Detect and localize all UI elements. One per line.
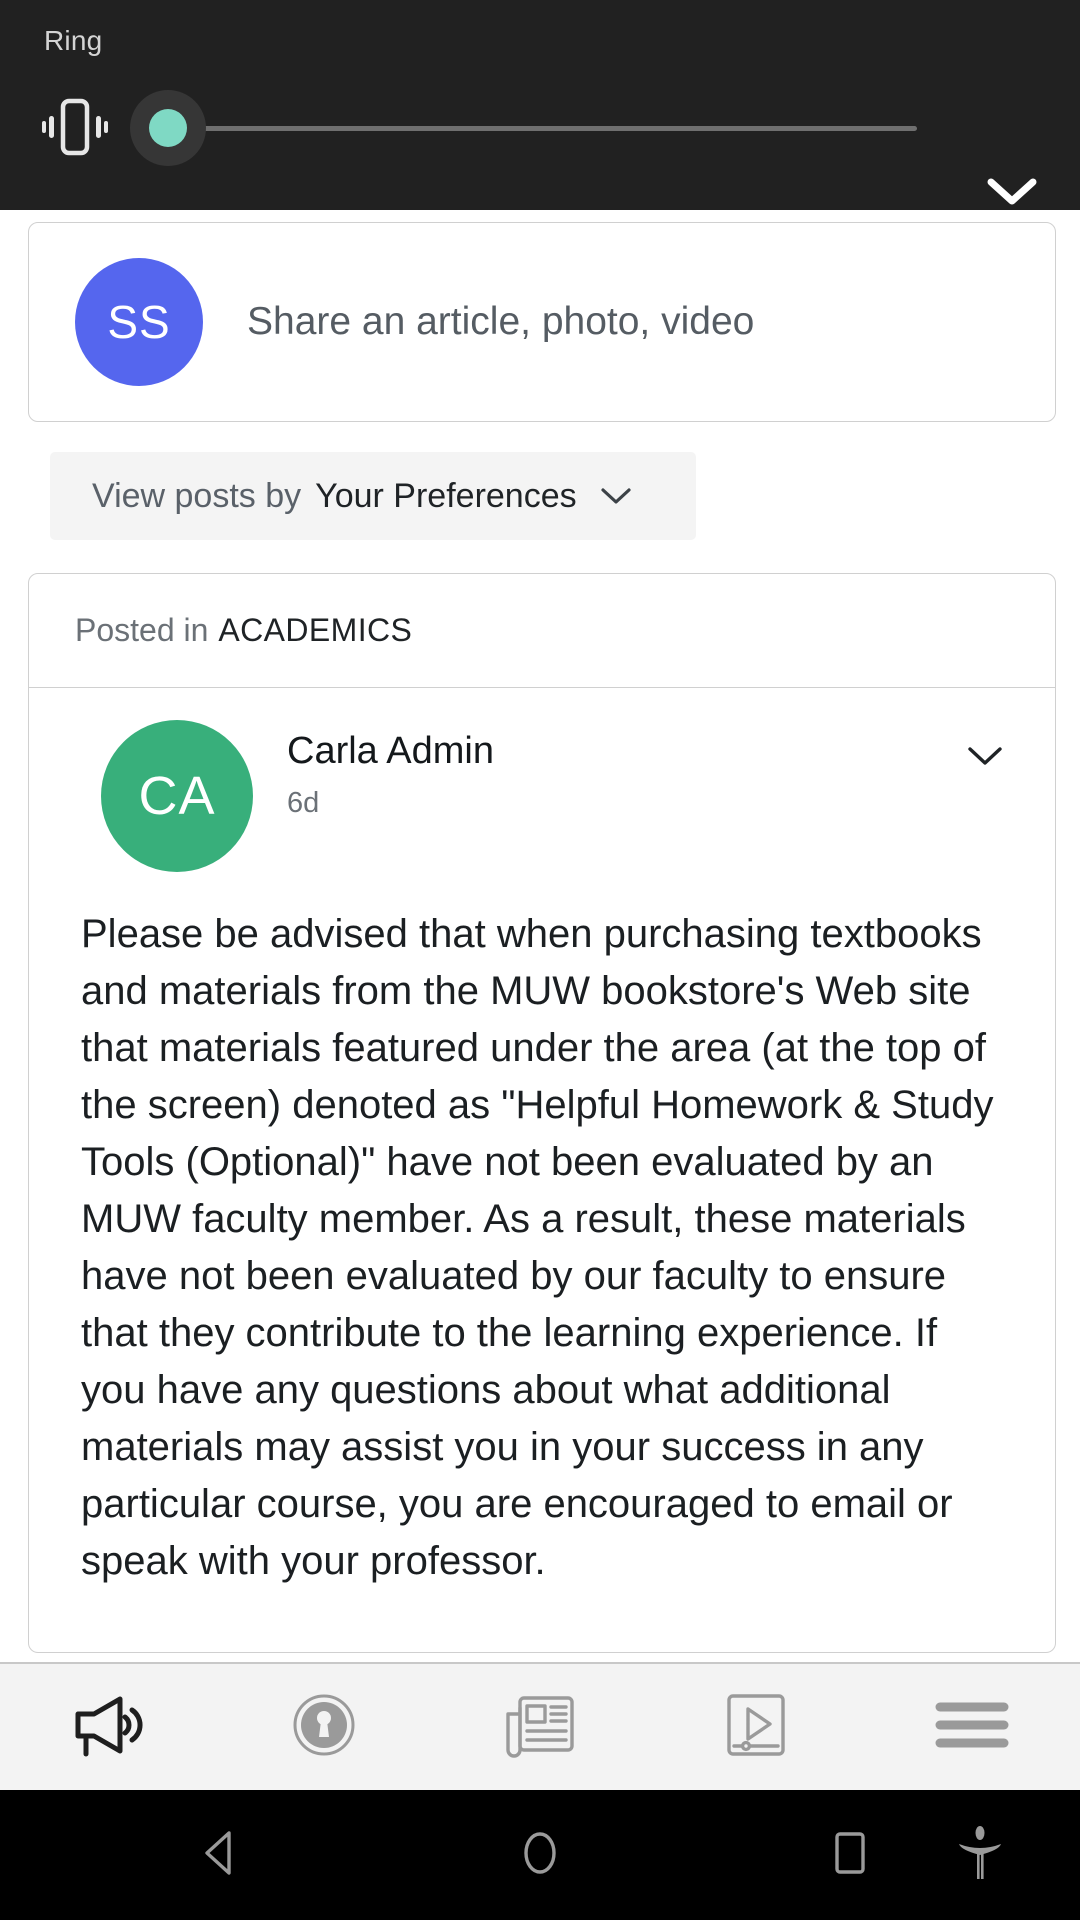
vibrate-icon[interactable] bbox=[42, 92, 108, 162]
avatar-initials: SS bbox=[107, 296, 171, 348]
post-body-text: Please be advised that when purchasing t… bbox=[81, 912, 994, 1583]
nav-item-videos[interactable] bbox=[648, 1664, 864, 1790]
filter-selected-value: Your Preferences bbox=[315, 476, 577, 515]
chevron-down-icon bbox=[965, 743, 1005, 774]
avatar[interactable]: SS bbox=[75, 258, 203, 386]
author-meta: Carla Admin 6d bbox=[287, 730, 494, 820]
feed-scroll-area[interactable]: SS Share an article, photo, video View p… bbox=[0, 210, 1080, 1662]
filter-label: View posts by bbox=[92, 476, 302, 515]
keyhole-icon bbox=[292, 1693, 356, 1762]
composer-placeholder: Share an article, photo, video bbox=[247, 300, 755, 343]
megaphone-icon bbox=[68, 1692, 148, 1763]
volume-panel-title: Ring bbox=[44, 25, 103, 56]
post-channel-header[interactable]: Posted in ACADEMICS bbox=[29, 574, 1055, 688]
post-card: Posted in ACADEMICS CA Carla Admin 6d Pl… bbox=[28, 573, 1056, 1653]
newspaper-icon bbox=[504, 1692, 576, 1763]
slider-track[interactable] bbox=[172, 126, 917, 131]
phone-screen: Ring SS Share an article, photo, video V… bbox=[0, 0, 1080, 1920]
post-timestamp: 6d bbox=[287, 787, 320, 819]
channel-name[interactable]: ACADEMICS bbox=[218, 612, 412, 649]
view-posts-by-filter[interactable]: View posts by Your Preferences bbox=[50, 452, 696, 540]
post-options-button[interactable] bbox=[957, 734, 1013, 782]
author-name[interactable]: Carla Admin bbox=[287, 730, 494, 773]
system-recents-button[interactable] bbox=[790, 1790, 910, 1920]
chevron-down-icon bbox=[599, 485, 633, 507]
avatar[interactable]: CA bbox=[101, 720, 253, 872]
circle-home-icon bbox=[517, 1828, 563, 1883]
nav-item-menu[interactable] bbox=[864, 1664, 1080, 1790]
system-accessibility-button[interactable] bbox=[920, 1790, 1040, 1920]
post-composer[interactable]: SS Share an article, photo, video bbox=[28, 222, 1056, 422]
hamburger-menu-icon bbox=[934, 1697, 1010, 1758]
nav-item-news[interactable] bbox=[432, 1664, 648, 1790]
slider-thumb[interactable] bbox=[149, 109, 187, 147]
volume-slider-row bbox=[0, 78, 1080, 204]
android-system-nav bbox=[0, 1790, 1080, 1920]
avatar-initials: CA bbox=[138, 766, 216, 826]
chevron-down-icon bbox=[986, 176, 1038, 213]
app-bottom-nav bbox=[0, 1662, 1080, 1790]
system-back-button[interactable] bbox=[160, 1790, 280, 1920]
channel-prefix-label: Posted in bbox=[75, 612, 209, 648]
accessibility-person-icon bbox=[955, 1825, 1005, 1886]
system-home-button[interactable] bbox=[480, 1790, 600, 1920]
volume-panel: Ring bbox=[0, 0, 1080, 210]
nav-item-announcements[interactable] bbox=[0, 1664, 216, 1790]
post-author-row: CA Carla Admin 6d bbox=[29, 688, 1055, 900]
video-player-icon bbox=[724, 1691, 788, 1764]
ring-volume-slider[interactable] bbox=[130, 78, 920, 178]
square-recents-icon bbox=[830, 1829, 870, 1882]
nav-item-privacy[interactable] bbox=[216, 1664, 432, 1790]
triangle-back-icon bbox=[197, 1828, 243, 1883]
